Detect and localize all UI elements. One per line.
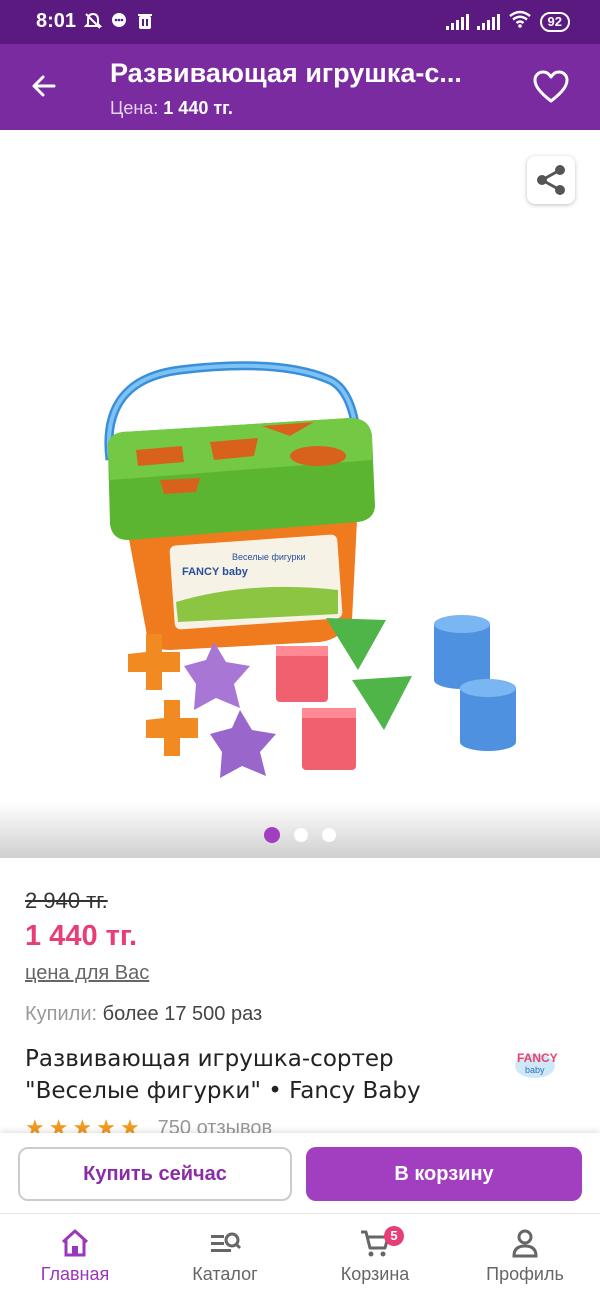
header-price: Цена: 1 440 тг.	[110, 98, 233, 119]
trash-icon	[136, 12, 154, 30]
signal-icon	[445, 13, 469, 30]
status-bar: 8:01 92	[0, 0, 600, 44]
back-arrow-icon[interactable]	[26, 68, 62, 104]
purchases-count: Купили: более 17 500 раз	[25, 1003, 262, 1026]
chat-icon	[110, 12, 128, 30]
buy-now-button[interactable]: Купить сейчас	[18, 1147, 292, 1201]
home-icon	[61, 1229, 89, 1257]
purchases-value: более 17 500 раз	[102, 1003, 263, 1025]
battery-indicator: 92	[539, 11, 570, 32]
purchases-label: Купили:	[25, 1003, 98, 1025]
gallery-dot[interactable]	[294, 828, 308, 842]
product-image-gallery[interactable]: FANCY baby Веселые фигурки	[0, 130, 600, 858]
share-button[interactable]	[527, 156, 575, 204]
image-brand-text: FANCY baby	[182, 566, 249, 578]
nav-item-profile[interactable]: Профиль	[450, 1214, 600, 1300]
product-name: Развивающая игрушка-сортер "Веселые фигу…	[25, 1043, 485, 1107]
favorite-heart-icon[interactable]	[532, 70, 570, 104]
gallery-dot[interactable]	[264, 827, 280, 843]
brand-logo[interactable]: FANCY baby	[512, 1046, 558, 1080]
product-name-line1: Развивающая игрушка-сортер	[25, 1046, 394, 1072]
action-bar: Купить сейчас В корзину	[0, 1133, 600, 1213]
nav-label-catalog: Каталог	[192, 1264, 258, 1284]
your-price-link[interactable]: цена для Вас	[25, 962, 149, 985]
svg-text:FANCY: FANCY	[517, 1051, 558, 1065]
svg-text:baby: baby	[525, 1065, 545, 1075]
nav-item-home[interactable]: Главная	[0, 1214, 150, 1300]
product-image: FANCY baby Веселые фигурки	[104, 361, 516, 778]
nav-item-cart[interactable]: 5 Корзина	[300, 1214, 450, 1300]
share-icon	[537, 165, 565, 195]
gallery-pagination	[264, 827, 336, 843]
header-price-value: 1 440 тг.	[163, 98, 233, 118]
catalog-search-icon	[211, 1232, 242, 1252]
nav-label-home: Главная	[40, 1264, 110, 1284]
cart-badge: 5	[384, 1226, 404, 1246]
page-title: Развивающая игрушка-с...	[110, 58, 462, 88]
add-to-cart-button[interactable]: В корзину	[306, 1147, 582, 1201]
app-bar: Развивающая игрушка-с... Цена: 1 440 тг.	[0, 44, 600, 130]
signal-icon-2	[476, 13, 500, 30]
old-price: 2 940 тг.	[25, 888, 108, 913]
header-price-label: Цена:	[110, 98, 159, 118]
nav-label-profile: Профиль	[486, 1264, 564, 1284]
mute-bell-icon	[83, 12, 103, 30]
profile-icon	[512, 1229, 538, 1258]
nav-item-catalog[interactable]: Каталог	[150, 1214, 300, 1300]
current-price: 1 440 тг.	[25, 920, 138, 952]
image-caption-text: Веселые фигурки	[232, 552, 306, 562]
nav-label-cart: Корзина	[340, 1264, 410, 1284]
gallery-dot[interactable]	[322, 828, 336, 842]
bottom-navigation: Главная Каталог 5 Корзина Профиль	[0, 1213, 600, 1300]
status-icons	[83, 12, 154, 30]
status-time: 8:01	[36, 10, 77, 32]
product-name-line2: "Веселые фигурки" • Fancy Baby	[25, 1078, 421, 1104]
wifi-icon	[508, 10, 532, 33]
